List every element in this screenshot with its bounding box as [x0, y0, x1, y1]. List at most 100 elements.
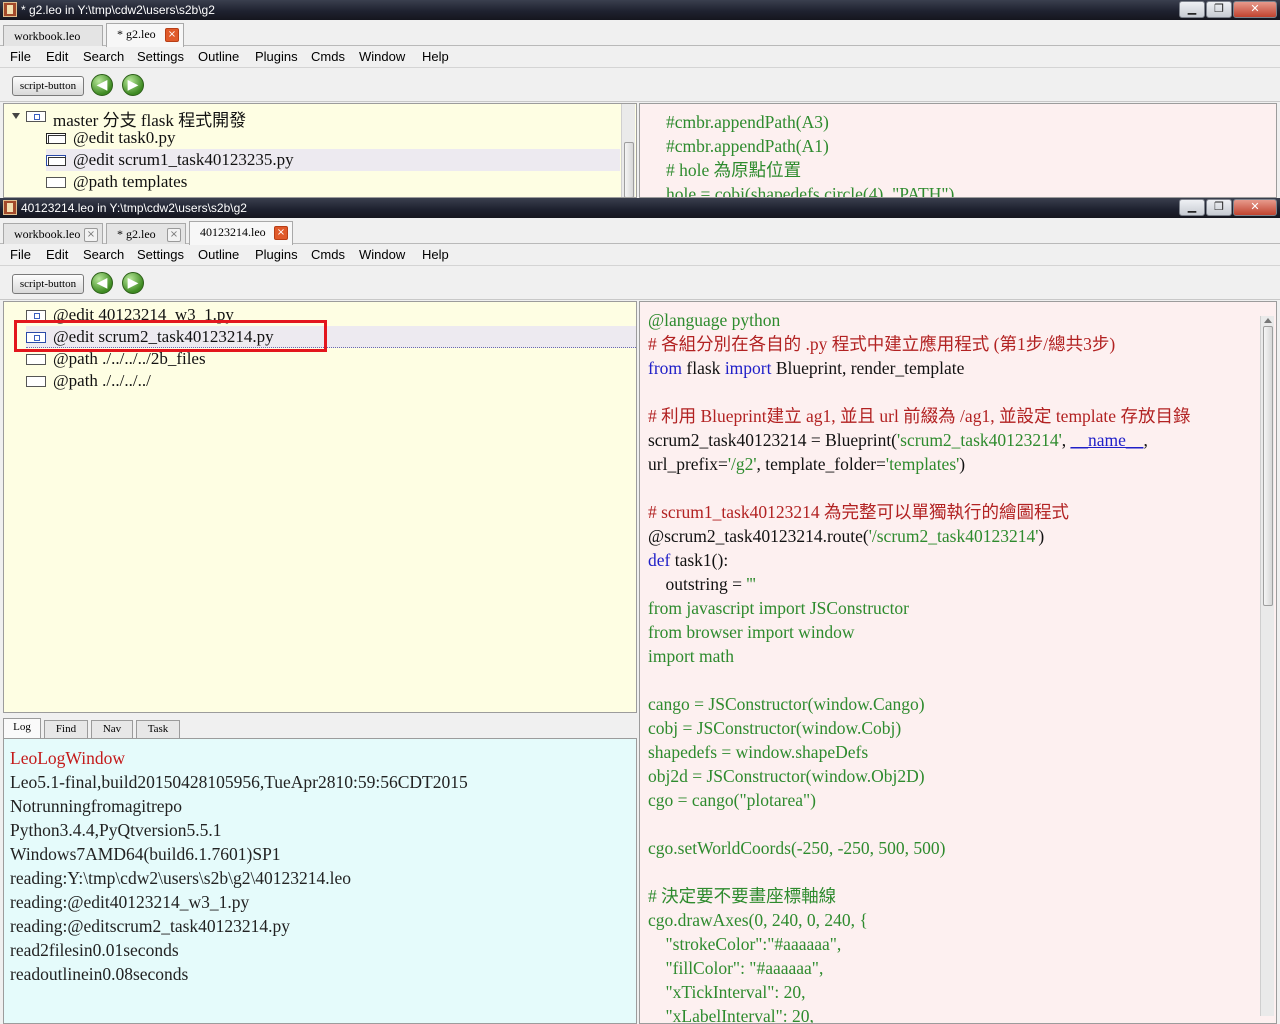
code-line: # scrum1_task40123214 為完整可以單獨執行的繪圖程式	[648, 502, 1069, 522]
node-headline: @path templates	[73, 172, 188, 191]
outline-node[interactable]: @path ./../../../	[26, 370, 636, 392]
menu-bar: File Edit Search Settings Outline Plugin…	[0, 46, 1280, 68]
tab-workbook[interactable]: workbook.leo	[3, 25, 103, 46]
code-line: # 決定要不要畫座標軸線	[648, 886, 837, 906]
minimize-button[interactable]: ▁	[1179, 1, 1205, 18]
outline-node[interactable]: @path templates	[46, 171, 636, 193]
tab-label: workbook.leo	[14, 29, 81, 43]
leo-app-icon	[3, 2, 17, 17]
tab-g2[interactable]: * g2.leo ×	[106, 223, 186, 244]
menu-plugins[interactable]: Plugins	[255, 247, 298, 262]
menu-plugins[interactable]: Plugins	[255, 49, 298, 64]
log-line: Python3.4.4,PyQtversion5.5.1	[10, 820, 222, 840]
node-icon	[26, 354, 46, 365]
node-icon	[46, 155, 66, 166]
tab-nav[interactable]: Nav	[91, 720, 133, 738]
go-back-icon[interactable]: ◀	[91, 272, 113, 294]
menu-settings[interactable]: Settings	[137, 49, 184, 64]
go-forward-icon[interactable]: ▶	[122, 74, 144, 96]
code-line: cgo.drawAxes(0, 240, 0, 240, {	[648, 910, 868, 930]
log-line: Leo5.1-final,build20150428105956,TueApr2…	[10, 772, 468, 792]
menu-file[interactable]: File	[10, 247, 31, 262]
code-line: from browser import window	[648, 622, 855, 642]
code-line: cgo = cango("plotarea")	[648, 790, 816, 810]
node-headline: @path ./../../../2b_files	[53, 349, 206, 368]
code-line: from flask import Blueprint, render_temp…	[648, 358, 965, 378]
tab-close-icon[interactable]: ×	[165, 28, 179, 42]
document-tab-bar: workbook.leo × * g2.leo × 40123214.leo ×	[0, 220, 1280, 245]
outline-node[interactable]: @edit task0.py	[46, 127, 636, 149]
code-line: "fillColor": "#aaaaaa",	[648, 958, 824, 978]
tab-task[interactable]: Task	[136, 720, 180, 738]
menu-file[interactable]: File	[10, 49, 31, 64]
code-line: @language python	[648, 310, 781, 330]
tab-close-icon[interactable]: ×	[274, 226, 288, 240]
scrollbar-thumb[interactable]	[1263, 326, 1273, 606]
minimize-button[interactable]: ▁	[1179, 199, 1205, 216]
menu-search[interactable]: Search	[83, 247, 124, 262]
maximize-button[interactable]: ❐	[1206, 199, 1232, 216]
menu-edit[interactable]: Edit	[46, 247, 68, 262]
code-line: import math	[648, 646, 735, 666]
close-window-button[interactable]: ✕	[1233, 199, 1277, 216]
menu-outline[interactable]: Outline	[198, 247, 239, 262]
menu-edit[interactable]: Edit	[46, 49, 68, 64]
tab-close-icon[interactable]: ×	[84, 228, 98, 242]
code-line: outstring = '''	[648, 574, 756, 594]
window-titlebar[interactable]: 40123214.leo in Y:\tmp\cdw2\users\s2b\g2…	[0, 198, 1280, 218]
menu-cmds[interactable]: Cmds	[311, 49, 345, 64]
body-editor-pane[interactable]: #cmbr.appendPath(A3) #cmbr.appendPath(A1…	[639, 103, 1277, 198]
node-icon	[46, 177, 66, 188]
menu-window[interactable]: Window	[359, 247, 405, 262]
code-line: shapedefs = window.shapeDefs	[648, 742, 869, 762]
close-window-button[interactable]: ✕	[1233, 1, 1277, 18]
code-line: def task1():	[648, 550, 729, 570]
node-headline: @path ./../../../	[53, 371, 151, 390]
window-titlebar[interactable]: * g2.leo in Y:\tmp\cdw2\users\s2b\g2 ▁ ❐…	[0, 0, 1280, 20]
maximize-button[interactable]: ❐	[1206, 1, 1232, 18]
menu-bar: File Edit Search Settings Outline Plugin…	[0, 244, 1280, 266]
log-pane[interactable]: LeoLogWindow Leo5.1-final,build201504281…	[3, 738, 637, 1024]
code-line: # hole 為原點位置	[666, 160, 802, 180]
code-line: # 利用 Blueprint建立 ag1, 並且 url 前綴為 /ag1, 並…	[648, 406, 1191, 426]
body-scrollbar[interactable]	[1260, 316, 1274, 1016]
code-line: scrum2_task40123214 = Blueprint('scrum2_…	[648, 430, 1148, 450]
toolbar: script-button ◀ ▶	[0, 266, 1280, 300]
document-tab-bar: workbook.leo * g2.leo ×	[0, 22, 1280, 47]
collapse-arrow-icon[interactable]	[12, 113, 20, 119]
tab-find[interactable]: Find	[44, 720, 88, 738]
outline-node-selected[interactable]: @edit scrum1_task40123235.py	[46, 149, 620, 171]
menu-help[interactable]: Help	[422, 247, 449, 262]
tab-40123214[interactable]: 40123214.leo ×	[189, 221, 293, 245]
menu-help[interactable]: Help	[422, 49, 449, 64]
outline-pane[interactable]: master 分支 flask 程式開發 @edit task0.py @edi…	[3, 103, 637, 198]
tab-g2[interactable]: * g2.leo ×	[106, 23, 184, 47]
script-button[interactable]: script-button	[12, 76, 84, 96]
code-line: obj2d = JSConstructor(window.Obj2D)	[648, 766, 925, 786]
log-line: reading:@editscrum2_task40123214.py	[10, 916, 291, 936]
node-icon	[26, 376, 46, 387]
menu-window[interactable]: Window	[359, 49, 405, 64]
tab-log[interactable]: Log	[3, 718, 41, 738]
script-button[interactable]: script-button	[12, 274, 84, 294]
code-line: cobj = JSConstructor(window.Cobj)	[648, 718, 902, 738]
outline-scrollbar[interactable]	[621, 104, 635, 197]
tab-close-icon[interactable]: ×	[167, 228, 181, 242]
tab-workbook[interactable]: workbook.leo ×	[3, 223, 103, 244]
menu-outline[interactable]: Outline	[198, 49, 239, 64]
go-forward-icon[interactable]: ▶	[122, 272, 144, 294]
menu-settings[interactable]: Settings	[137, 247, 184, 262]
outline-node[interactable]: master 分支 flask 程式開發	[26, 105, 636, 130]
menu-cmds[interactable]: Cmds	[311, 247, 345, 262]
scrollbar-thumb[interactable]	[624, 142, 634, 197]
body-editor-pane[interactable]: @language python # 各組分別在各自的 .py 程式中建立應用程…	[639, 301, 1277, 1024]
scroll-up-arrow-icon[interactable]	[1264, 318, 1272, 323]
menu-search[interactable]: Search	[83, 49, 124, 64]
leo-app-icon	[3, 200, 17, 215]
tab-label: 40123214.leo	[200, 225, 266, 239]
selection-highlight-box	[14, 320, 327, 352]
go-back-icon[interactable]: ◀	[91, 74, 113, 96]
log-line: reading:Y:\tmp\cdw2\users\s2b\g2\4012321…	[10, 868, 352, 888]
outline-pane[interactable]: @edit 40123214_w3_1.py @edit scrum2_task…	[3, 301, 637, 713]
node-headline: @edit task0.py	[73, 128, 176, 147]
